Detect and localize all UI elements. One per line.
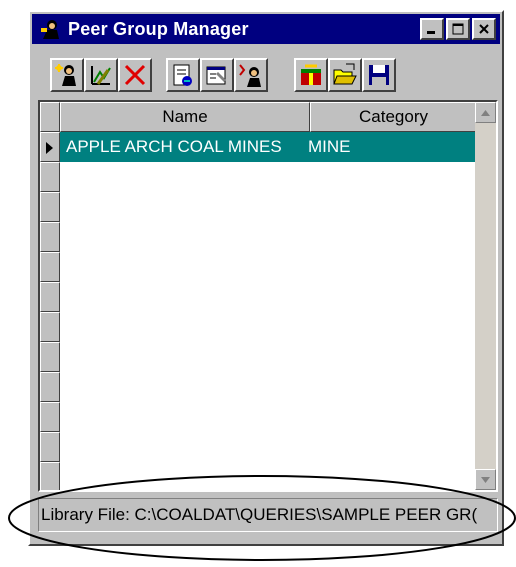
report-button[interactable]	[166, 58, 200, 92]
row-header[interactable]	[40, 402, 60, 432]
vertical-scrollbar[interactable]	[475, 102, 496, 490]
row-header[interactable]	[40, 222, 60, 252]
column-header-name[interactable]: Name	[60, 102, 310, 132]
new-group-button[interactable]	[294, 58, 328, 92]
minimize-button[interactable]	[420, 18, 444, 40]
properties-button[interactable]	[200, 58, 234, 92]
window-title: Peer Group Manager	[68, 18, 249, 39]
current-row-pointer-icon	[46, 142, 53, 154]
open-folder-icon	[333, 63, 357, 85]
delete-x-icon	[124, 64, 146, 86]
row-header[interactable]	[40, 282, 60, 312]
row-header[interactable]	[40, 192, 60, 222]
row-header[interactable]	[40, 162, 60, 192]
minimize-icon	[427, 31, 435, 34]
column-header-category[interactable]: Category	[310, 102, 477, 132]
row-header[interactable]	[40, 342, 60, 372]
maximize-button[interactable]	[446, 18, 470, 40]
name-cell: APPLE ARCH COAL MINES	[66, 137, 282, 156]
arrow-down-icon	[481, 476, 490, 483]
grid-corner	[40, 102, 60, 132]
edit-chart-button[interactable]	[84, 58, 118, 92]
open-button[interactable]	[328, 58, 362, 92]
save-disk-icon	[369, 65, 389, 85]
maximize-icon	[452, 23, 464, 35]
row-header[interactable]	[40, 432, 60, 462]
new-person-button[interactable]	[50, 58, 84, 92]
scroll-up-button[interactable]	[475, 102, 496, 123]
arrow-up-icon	[481, 109, 490, 116]
properties-icon	[206, 66, 226, 85]
peer-group-grid[interactable]: Name Category APPLE ARCH COAL MINES MINE	[38, 100, 498, 492]
scroll-down-button[interactable]	[475, 469, 496, 490]
status-bar: Library File: C:\COALDAT\QUERIES\SAMPLE …	[38, 498, 498, 532]
assign-person-icon	[239, 64, 261, 87]
peer-group-manager-window: Peer Group Manager Name Category APPLE A…	[28, 10, 504, 546]
category-cell: MINE	[308, 137, 351, 156]
row-header[interactable]	[40, 462, 60, 490]
library-file-status: Library File: C:\COALDAT\QUERIES\SAMPLE …	[41, 505, 478, 524]
report-icon	[173, 64, 192, 86]
gift-new-icon	[301, 64, 321, 85]
toolbar	[50, 58, 396, 94]
save-button[interactable]	[362, 58, 396, 92]
edit-chart-icon	[91, 66, 111, 85]
assign-person-button[interactable]	[234, 58, 268, 92]
new-person-icon	[55, 64, 76, 86]
row-header[interactable]	[40, 252, 60, 282]
table-row[interactable]: APPLE ARCH COAL MINES MINE	[60, 132, 477, 162]
row-header[interactable]	[40, 372, 60, 402]
row-header-column	[40, 102, 60, 490]
row-header[interactable]	[40, 312, 60, 342]
close-button[interactable]	[472, 18, 496, 40]
delete-button[interactable]	[118, 58, 152, 92]
close-icon	[479, 24, 489, 34]
title-bar[interactable]: Peer Group Manager	[32, 14, 500, 44]
app-person-icon	[38, 17, 62, 41]
